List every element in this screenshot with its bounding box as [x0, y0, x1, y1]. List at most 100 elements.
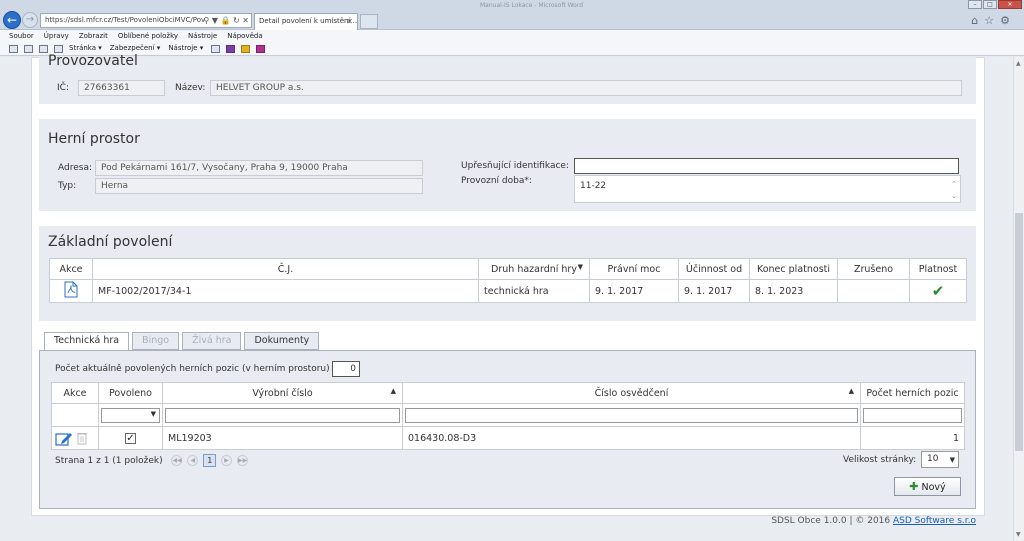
toolbar-nastroje[interactable]: Nástroje ▾ — [168, 42, 203, 55]
col-akce: Akce — [49, 258, 93, 280]
detail-tabs: Technická hra Bingo Živá hra Dokumenty — [44, 332, 322, 351]
new-button-label: Nový — [921, 482, 946, 493]
col-konec[interactable]: Konec platnosti — [749, 258, 838, 280]
address-bar[interactable]: https://sdsl.mfcr.cz/Test/PovoleniObciMV… — [40, 13, 252, 28]
address-icons[interactable]: ⚲ ▼ 🔒 ↻ ✕ — [203, 14, 249, 27]
close-window-button[interactable]: ✕ — [998, 0, 1022, 9]
print-icon[interactable] — [54, 44, 63, 53]
col-ucinnost[interactable]: Účinnost od — [678, 258, 750, 280]
vyrobni-filter-input[interactable] — [165, 407, 400, 423]
dropdown-arrow-icon[interactable]: ▼ — [950, 453, 955, 467]
new-button[interactable]: ✚ Nový — [894, 477, 961, 496]
zruseno-cell — [837, 279, 910, 303]
tab-ziva-hra: Živá hra — [182, 332, 242, 350]
trash-icon[interactable] — [76, 431, 88, 445]
col-cj[interactable]: Č.J. — [92, 258, 479, 280]
edit-icon[interactable] — [55, 431, 73, 446]
minimize-button[interactable]: – — [968, 0, 982, 9]
filter-row: ▼ — [51, 403, 965, 427]
col-druh-label: Druh hazardní hry — [491, 263, 577, 275]
col-platnost[interactable]: Platnost — [909, 258, 967, 280]
col-cislo-osvedceni[interactable]: Číslo osvědčení ▲ — [402, 382, 861, 404]
scroll-down-icon[interactable]: ▼ — [1016, 531, 1021, 538]
upresnujici-input[interactable] — [574, 158, 959, 174]
pocet-field: 0 — [332, 361, 360, 377]
browser-tab[interactable]: Detail povolení k umístění ... ✕ — [254, 13, 358, 30]
pocet-filter-input[interactable] — [863, 407, 962, 423]
col-vyrobni-label: Výrobní číslo — [252, 387, 313, 399]
addon-icon-3[interactable] — [256, 44, 266, 53]
home-icon[interactable] — [9, 44, 18, 53]
col-akce: Akce — [51, 382, 99, 404]
col-pocet-pozic[interactable]: Počet herních pozic — [860, 382, 965, 404]
command-bar: Stránka ▾ Zabezpečení ▾ Nástroje ▾ — [0, 42, 1024, 56]
current-page[interactable]: 1 — [203, 454, 217, 467]
ic-field: 27663361 — [78, 80, 165, 96]
filter-povoleno: ▼ — [98, 403, 163, 427]
filter-vyrobni — [162, 403, 403, 427]
filter-akce — [51, 403, 99, 427]
cislo-filter-input[interactable] — [405, 407, 858, 423]
menu-napoveda[interactable]: Nápověda — [227, 30, 262, 42]
scroll-thumb[interactable] — [1015, 213, 1023, 451]
forward-icon[interactable]: → — [22, 12, 38, 28]
close-icon[interactable]: ✕ — [346, 14, 353, 29]
browser-chrome: ← → https://sdsl.mfcr.cz/Test/PovoleniOb… — [0, 0, 1024, 30]
vertical-scrollbar[interactable]: ▲ ▼ — [1013, 57, 1024, 541]
menu-upravy[interactable]: Úpravy — [44, 30, 69, 42]
adresa-field: Pod Pekárnami 161/7, Vysočany, Praha 9, … — [95, 160, 423, 176]
dropdown-arrow-icon[interactable]: ▼ — [578, 263, 583, 271]
new-tab-button[interactable] — [360, 14, 378, 29]
menu-zobrazit[interactable]: Zobrazit — [79, 30, 108, 42]
pdf-icon[interactable] — [64, 281, 78, 298]
sort-asc-icon: ▲ — [390, 387, 396, 395]
akce-cell — [51, 426, 99, 450]
adresa-label: Adresa: — [58, 163, 92, 173]
herni-prostor-title: Herní prostor — [48, 131, 140, 147]
help-icon[interactable] — [211, 44, 221, 53]
scroll-up-icon[interactable]: ▲ — [1016, 60, 1021, 67]
table-header-row: Akce Povoleno Výrobní číslo ▲ Číslo osvěd… — [51, 382, 965, 404]
ucinnost-cell: 9. 1. 2017 — [678, 279, 750, 303]
druh-cell: technická hra — [478, 279, 590, 303]
col-druh[interactable]: Druh hazardní hry ▼ — [478, 258, 590, 280]
cj-cell: MF-1002/2017/34-1 — [92, 279, 479, 303]
footer-link[interactable]: ASD Software s.r.o — [893, 516, 976, 526]
pocet-pozic-cell: 1 — [860, 426, 965, 450]
filter-pocet — [860, 403, 965, 427]
dropdown-arrow-icon[interactable]: ▼ — [151, 410, 156, 418]
prev-page-icon: ◀ — [187, 455, 199, 466]
tab-technicka-hra[interactable]: Technická hra — [44, 332, 130, 351]
tab-bingo: Bingo — [132, 332, 180, 350]
addon-icon-2[interactable] — [241, 44, 251, 53]
col-povoleno[interactable]: Povoleno — [98, 382, 163, 404]
menu-oblibene[interactable]: Oblíbené položky — [118, 30, 178, 42]
footer: SDSL Obce 1.0.0 | © 2016 ASD Software s.… — [771, 516, 976, 526]
menu-bar: Soubor Úpravy Zobrazit Oblíbené položky … — [0, 30, 1024, 42]
back-icon[interactable]: ← — [3, 11, 21, 29]
konec-cell: 8. 1. 2023 — [749, 279, 838, 303]
provozni-doba-textarea[interactable]: 11-22 ⌃ ⌄ — [574, 175, 961, 203]
page-size-select[interactable]: 10 ▼ — [921, 451, 959, 468]
col-vyrobni-cislo[interactable]: Výrobní číslo ▲ — [162, 382, 403, 404]
menu-nastroje[interactable]: Nástroje — [188, 30, 217, 42]
tab-dokumenty[interactable]: Dokumenty — [244, 332, 320, 350]
feeds-icon[interactable] — [24, 44, 33, 53]
menu-soubor[interactable]: Soubor — [9, 30, 34, 42]
povoleno-checkbox[interactable]: ✓ — [125, 432, 136, 444]
window-title: Manual-IS Lokace - Microsoft Word — [480, 2, 584, 9]
nazev-label: Název: — [175, 83, 206, 93]
first-page-icon: ◀◀ — [171, 455, 183, 466]
mail-icon[interactable] — [39, 44, 48, 53]
home-star-gear-icons[interactable]: ⌂☆⚙ — [971, 14, 1016, 27]
maximize-button[interactable]: □ — [983, 0, 997, 9]
filter-cislo — [402, 403, 861, 427]
addon-icon[interactable] — [226, 44, 236, 53]
ic-label: IČ: — [57, 83, 69, 93]
col-zruseno[interactable]: Zrušeno — [837, 258, 910, 280]
chevron-down-icon[interactable]: ⌄ — [951, 189, 957, 203]
povoleno-filter-select[interactable]: ▼ — [101, 407, 160, 423]
sort-asc-icon: ▲ — [848, 387, 854, 395]
col-pravni-moc[interactable]: Právní moc — [589, 258, 679, 280]
footer-text: SDSL Obce 1.0.0 | © 2016 — [771, 516, 891, 526]
